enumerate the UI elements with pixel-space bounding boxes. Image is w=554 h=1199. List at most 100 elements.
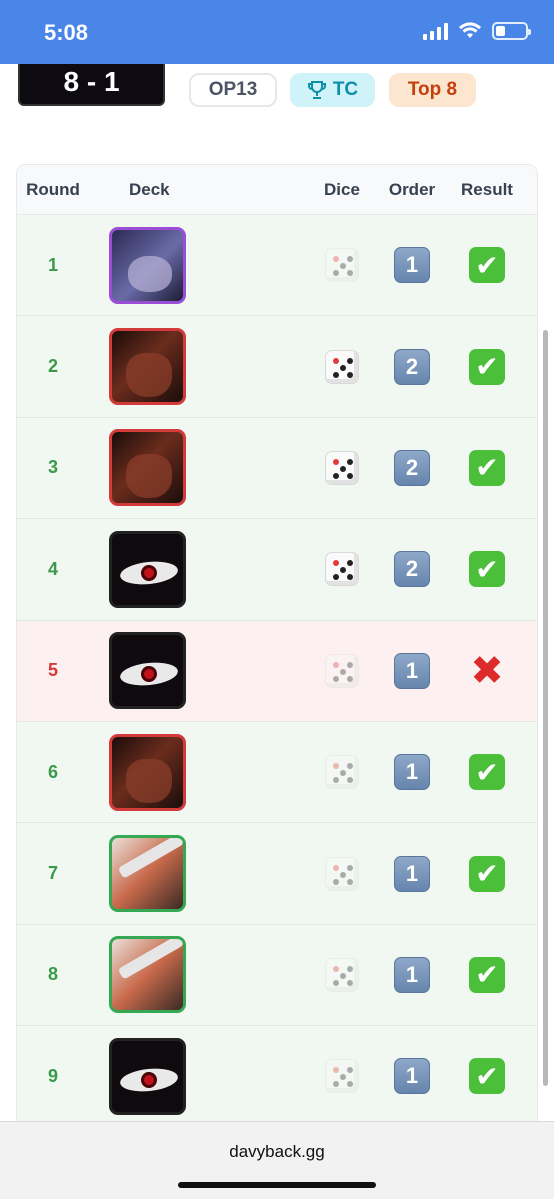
deck-cell bbox=[89, 733, 261, 811]
table-row[interactable]: 5 1 ✖ bbox=[17, 620, 537, 722]
set-tag-label: OP13 bbox=[208, 79, 258, 100]
status-time: 5:08 bbox=[44, 20, 89, 45]
order-cell: 1 bbox=[377, 652, 447, 689]
battery-icon bbox=[492, 22, 531, 40]
status-bar: 5:08 bbox=[0, 0, 554, 64]
placement-tag[interactable]: Top 8 bbox=[389, 73, 476, 107]
turn-order-badge: 1 bbox=[394, 754, 430, 791]
dice-cell bbox=[307, 755, 377, 790]
dice-icon bbox=[325, 957, 359, 992]
dice-cell bbox=[307, 957, 377, 992]
deck-leader-image[interactable] bbox=[109, 936, 186, 1014]
table-row[interactable]: 6 1 ✔ bbox=[17, 721, 537, 824]
table-body: 1 1 ✔ 2 2 ✔ 3 2 ✔ 4 2 ✔ 5 1 ✖ 6 1 ✔ 7 1 ✔ 8 1 ✔ 9 1 ✔ bbox=[17, 215, 537, 1121]
result-cell: ✔ bbox=[447, 1058, 527, 1095]
dice-cell bbox=[307, 248, 377, 283]
browser-bar: davyback.gg bbox=[0, 1121, 554, 1199]
dice-icon bbox=[325, 755, 359, 790]
turn-order-badge: 1 bbox=[394, 1058, 430, 1095]
deck-cell bbox=[89, 226, 261, 304]
deck-cell bbox=[89, 429, 261, 507]
round-number: 1 bbox=[47, 254, 58, 275]
table-row[interactable]: 1 1 ✔ bbox=[17, 215, 537, 317]
round-number: 8 bbox=[47, 964, 58, 985]
deck-leader-image[interactable] bbox=[109, 835, 186, 913]
round-number: 5 bbox=[47, 660, 58, 681]
deck-cell bbox=[89, 328, 261, 406]
deck-leader-image[interactable] bbox=[109, 632, 186, 710]
win-check-icon: ✔ bbox=[469, 551, 505, 588]
win-check-icon: ✔ bbox=[469, 1058, 505, 1095]
trophy-icon bbox=[307, 81, 326, 99]
result-cell: ✔ bbox=[447, 855, 527, 892]
loss-cross-icon: ✖ bbox=[470, 648, 504, 693]
dice-cell bbox=[307, 653, 377, 688]
wifi-icon bbox=[459, 22, 481, 38]
signal-icon bbox=[423, 22, 448, 40]
deck-cell bbox=[89, 632, 261, 710]
turn-order-badge: 2 bbox=[394, 449, 430, 486]
home-indicator[interactable] bbox=[178, 1182, 376, 1188]
table-row[interactable]: 9 1 ✔ bbox=[17, 1026, 537, 1121]
order-cell: 1 bbox=[377, 247, 447, 284]
deck-leader-image[interactable] bbox=[109, 733, 186, 811]
round-number: 9 bbox=[47, 1065, 58, 1086]
win-check-icon: ✔ bbox=[469, 956, 505, 993]
result-cell: ✔ bbox=[447, 956, 527, 993]
placement-tag-label: Top 8 bbox=[407, 79, 458, 100]
table-row[interactable]: 2 2 ✔ bbox=[17, 316, 537, 418]
deck-cell bbox=[89, 835, 261, 913]
result-cell: ✔ bbox=[447, 348, 527, 385]
url-display[interactable]: davyback.gg bbox=[0, 1142, 554, 1162]
dice-cell bbox=[307, 349, 377, 384]
scrollbar[interactable] bbox=[543, 330, 548, 1086]
status-icons bbox=[423, 22, 531, 40]
column-header-dice: Dice bbox=[324, 179, 360, 199]
round-number: 3 bbox=[47, 457, 58, 478]
order-cell: 2 bbox=[377, 551, 447, 588]
dice-cell bbox=[307, 450, 377, 485]
turn-order-badge: 2 bbox=[394, 551, 430, 588]
win-check-icon: ✔ bbox=[469, 855, 505, 892]
table-row[interactable]: 4 2 ✔ bbox=[17, 519, 537, 621]
result-cell: ✔ bbox=[447, 247, 527, 284]
result-cell: ✔ bbox=[447, 551, 527, 588]
win-check-icon: ✔ bbox=[469, 754, 505, 791]
dice-cell bbox=[307, 856, 377, 891]
deck-leader-image[interactable] bbox=[109, 530, 186, 608]
table-row[interactable]: 8 1 ✔ bbox=[17, 924, 537, 1027]
result-cell: ✖ bbox=[447, 648, 527, 693]
result-cell: ✔ bbox=[447, 449, 527, 486]
win-check-icon: ✔ bbox=[469, 348, 505, 385]
column-header-result: Result bbox=[461, 179, 513, 199]
column-header-round: Round bbox=[26, 179, 80, 199]
order-cell: 1 bbox=[377, 956, 447, 993]
dice-icon bbox=[325, 450, 359, 485]
deck-cell bbox=[89, 936, 261, 1014]
win-check-icon: ✔ bbox=[469, 247, 505, 284]
order-cell: 1 bbox=[377, 855, 447, 892]
win-check-icon: ✔ bbox=[469, 449, 505, 486]
deck-leader-image[interactable] bbox=[109, 226, 186, 304]
round-number: 6 bbox=[47, 761, 58, 782]
order-cell: 2 bbox=[377, 348, 447, 385]
dice-icon bbox=[325, 1059, 359, 1094]
table-row[interactable]: 3 2 ✔ bbox=[17, 417, 537, 520]
page-content: 8 - 1 OP13 TC Top 8 Round Deck Dice Orde… bbox=[0, 64, 554, 1121]
turn-order-badge: 1 bbox=[394, 956, 430, 993]
deck-leader-image[interactable] bbox=[109, 1037, 186, 1115]
rounds-table: Round Deck Dice Order Result 1 1 ✔ 2 2 ✔ 3 2 ✔ 4 2… bbox=[16, 164, 538, 1121]
deck-leader-image[interactable] bbox=[109, 328, 186, 406]
set-tag[interactable]: OP13 bbox=[189, 73, 277, 107]
order-cell: 1 bbox=[377, 754, 447, 791]
turn-order-badge: 1 bbox=[394, 855, 430, 892]
event-tag[interactable]: TC bbox=[290, 73, 375, 107]
order-cell: 2 bbox=[377, 449, 447, 486]
event-tag-label: TC bbox=[332, 79, 359, 100]
round-number: 7 bbox=[47, 863, 58, 884]
deck-leader-image[interactable] bbox=[109, 429, 186, 507]
turn-order-badge: 2 bbox=[394, 348, 430, 385]
dice-cell bbox=[307, 1059, 377, 1094]
table-row[interactable]: 7 1 ✔ bbox=[17, 823, 537, 925]
round-number: 2 bbox=[47, 356, 58, 377]
